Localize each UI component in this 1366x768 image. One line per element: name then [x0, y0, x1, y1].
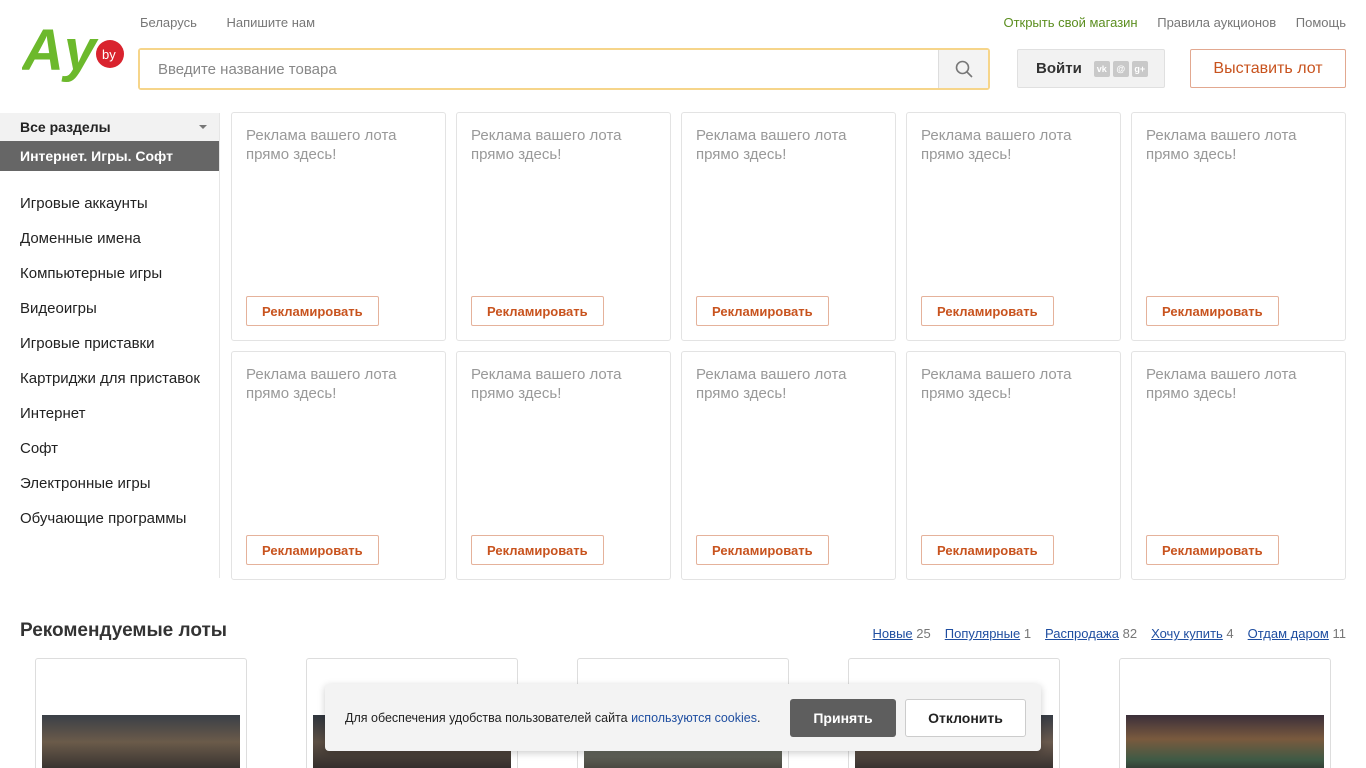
advertise-button[interactable]: Рекламировать — [696, 535, 829, 565]
lot-card[interactable] — [35, 658, 247, 768]
top-links-left: Беларусь Напишите нам — [140, 15, 341, 30]
ad-slot-text: Реклама вашего лота прямо здесь! — [921, 127, 1072, 163]
chevron-down-icon — [199, 125, 207, 129]
recommended-tab-link[interactable]: Новые — [873, 626, 913, 641]
link-open-shop[interactable]: Открыть свой магазин — [1003, 15, 1137, 30]
login-button[interactable]: Войти vk @ g+ — [1017, 49, 1165, 88]
recommended-tab-link[interactable]: Отдам даром — [1248, 626, 1329, 641]
recommended-tab-link[interactable]: Популярные — [945, 626, 1020, 641]
svg-text:Ay: Ay — [22, 18, 99, 82]
search-icon — [955, 60, 973, 78]
link-contact[interactable]: Напишите нам — [226, 15, 315, 30]
search-input[interactable] — [140, 50, 938, 88]
mail-icon[interactable]: @ — [1112, 60, 1129, 77]
ad-slot-text: Реклама вашего лота прямо здесь! — [921, 366, 1072, 402]
ad-slot-text: Реклама вашего лота прямо здесь! — [471, 127, 622, 163]
recommended-tabs: Новые 25 Популярные 1 Распродажа 82 Хочу ку… — [873, 626, 1346, 641]
top-links-right: Открыть свой магазин Правила аукционов П… — [987, 15, 1346, 30]
recommended-tab-link[interactable]: Распродажа — [1045, 626, 1119, 641]
ad-slot-text: Реклама вашего лота прямо здесь! — [1146, 366, 1297, 402]
sidebar-item[interactable]: Игровые приставки — [0, 326, 219, 361]
category-sidebar: Все разделы Интернет. Игры. Софт Игровые… — [0, 113, 220, 578]
ad-slot: Реклама вашего лота прямо здесь! Рекламир… — [906, 112, 1121, 341]
recommended-tab: Распродажа 82 — [1045, 626, 1137, 641]
sidebar-item[interactable]: Картриджи для приставок — [0, 361, 219, 396]
sidebar-item[interactable]: Игровые аккаунты — [0, 186, 219, 221]
site-logo[interactable]: Ay by — [20, 18, 126, 83]
category-list: Игровые аккаунты Доменные имена Компьютерн… — [0, 186, 219, 536]
sidebar-item[interactable]: Видеоигры — [0, 291, 219, 326]
search-bar — [138, 48, 990, 90]
ad-slot: Реклама вашего лота прямо здесь! Рекламир… — [456, 112, 671, 341]
link-region[interactable]: Беларусь — [140, 15, 197, 30]
advertise-button[interactable]: Рекламировать — [696, 296, 829, 326]
advertise-button[interactable]: Рекламировать — [921, 296, 1054, 326]
ad-slot-text: Реклама вашего лота прямо здесь! — [696, 127, 847, 163]
ad-slot-text: Реклама вашего лота прямо здесь! — [1146, 127, 1297, 163]
social-login: vk @ g+ — [1093, 60, 1148, 77]
ad-slot: Реклама вашего лота прямо здесь! Рекламир… — [1131, 351, 1346, 580]
ad-slot: Реклама вашего лота прямо здесь! Рекламир… — [1131, 112, 1346, 341]
sidebar-item[interactable]: Электронные игры — [0, 466, 219, 501]
post-lot-button[interactable]: Выставить лот — [1190, 49, 1346, 88]
cookie-text: Для обеспечения удобства пользователей с… — [345, 710, 761, 725]
advertise-button[interactable]: Рекламировать — [1146, 535, 1279, 565]
ad-slot: Реклама вашего лота прямо здесь! Рекламир… — [681, 351, 896, 580]
recommended-tab-count: 11 — [1332, 626, 1347, 641]
recommended-tab: Хочу купить 4 — [1151, 626, 1234, 641]
recommended-tab: Отдам даром 11 — [1248, 626, 1346, 641]
sidebar-item[interactable]: Софт — [0, 431, 219, 466]
cookie-policy-link[interactable]: используются cookies — [631, 711, 757, 725]
link-auction-rules[interactable]: Правила аукционов — [1157, 15, 1276, 30]
recommended-tab-count: 1 — [1023, 626, 1032, 641]
link-help[interactable]: Помощь — [1296, 15, 1346, 30]
ad-slot-text: Реклама вашего лота прямо здесь! — [246, 127, 397, 163]
vk-icon[interactable]: vk — [1093, 60, 1110, 77]
search-button[interactable] — [938, 50, 988, 88]
ad-slot: Реклама вашего лота прямо здесь! Рекламир… — [231, 351, 446, 580]
advertise-button[interactable]: Рекламировать — [471, 296, 604, 326]
lot-image — [42, 715, 240, 768]
recommended-tab-link[interactable]: Хочу купить — [1151, 626, 1223, 641]
ad-slot: Реклама вашего лота прямо здесь! Рекламир… — [231, 112, 446, 341]
recommended-tab-count: 4 — [1226, 626, 1234, 641]
ad-slot: Реклама вашего лота прямо здесь! Рекламир… — [681, 112, 896, 341]
ad-slot: Реклама вашего лота прямо здесь! Рекламир… — [906, 351, 1121, 580]
advertise-button[interactable]: Рекламировать — [246, 535, 379, 565]
decline-cookies-button[interactable]: Отклонить — [905, 698, 1026, 737]
ad-grid: Реклама вашего лота прямо здесь! Рекламир… — [231, 112, 1346, 580]
advertise-button[interactable]: Рекламировать — [471, 535, 604, 565]
recommended-tab: Популярные 1 — [945, 626, 1031, 641]
advertise-button[interactable]: Рекламировать — [246, 296, 379, 326]
ad-slot: Реклама вашего лота прямо здесь! Рекламир… — [456, 351, 671, 580]
recommended-tab-count: 25 — [916, 626, 931, 641]
current-section[interactable]: Интернет. Игры. Софт — [0, 141, 219, 171]
ad-slot-text: Реклама вашего лота прямо здесь! — [471, 366, 622, 402]
advertise-button[interactable]: Рекламировать — [921, 535, 1054, 565]
sidebar-item[interactable]: Интернет — [0, 396, 219, 431]
recommended-tab-count: 82 — [1122, 626, 1138, 641]
all-sections-label: Все разделы — [20, 119, 111, 135]
cookie-banner: Для обеспечения удобства пользователей с… — [325, 684, 1041, 751]
lot-image — [1126, 715, 1324, 768]
svg-text:by: by — [102, 47, 116, 62]
recommended-title: Рекомендуемые лоты — [20, 620, 228, 641]
sidebar-item[interactable]: Обучающие программы — [0, 501, 219, 536]
accept-cookies-button[interactable]: Принять — [790, 698, 896, 737]
advertise-button[interactable]: Рекламировать — [1146, 296, 1279, 326]
sidebar-item[interactable]: Компьютерные игры — [0, 256, 219, 291]
sidebar-item[interactable]: Доменные имена — [0, 221, 219, 256]
login-label: Войти — [1036, 60, 1082, 77]
google-plus-icon[interactable]: g+ — [1131, 60, 1148, 77]
lot-card[interactable] — [1119, 658, 1331, 768]
ad-slot-text: Реклама вашего лота прямо здесь! — [246, 366, 397, 402]
recommended-tab: Новые 25 — [873, 626, 931, 641]
ad-slot-text: Реклама вашего лота прямо здесь! — [696, 366, 847, 402]
all-sections-dropdown[interactable]: Все разделы — [0, 113, 219, 141]
